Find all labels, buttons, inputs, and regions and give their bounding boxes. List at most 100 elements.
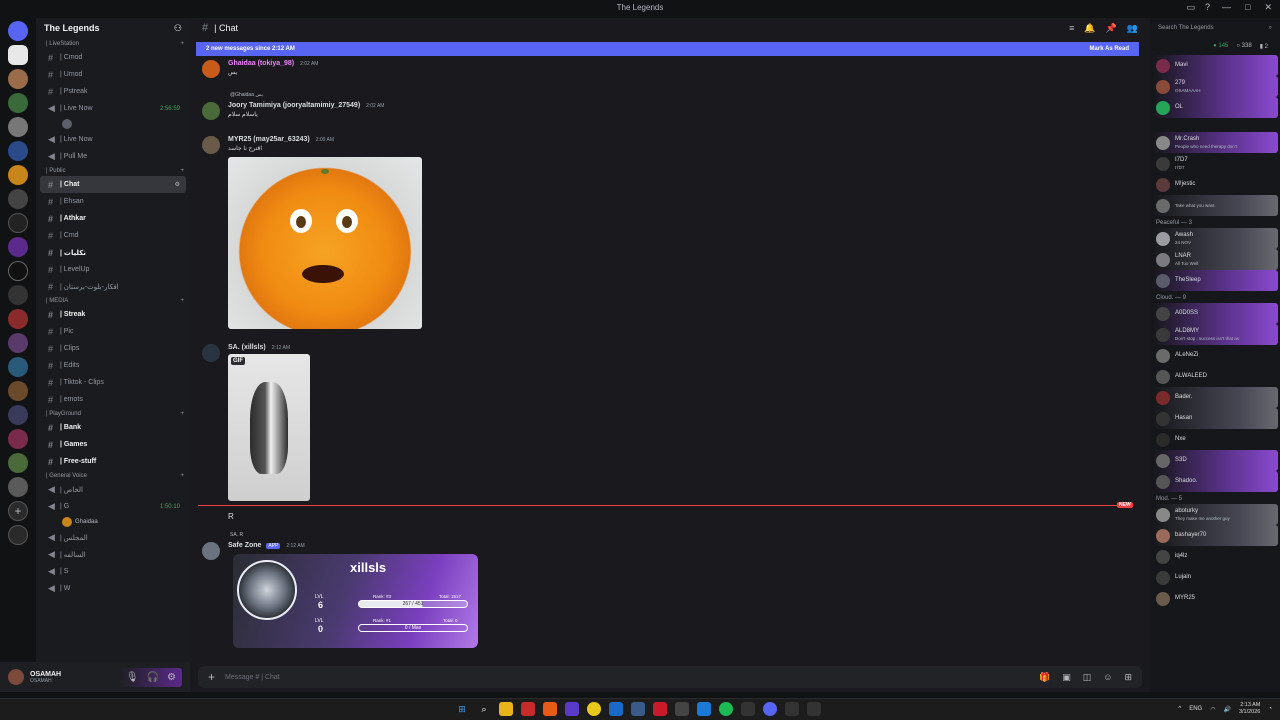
chevron-up-icon[interactable]: ^ xyxy=(1178,706,1181,712)
voice-channel-live-now-2[interactable]: ◀ | Live Now xyxy=(40,131,186,148)
explore-icon[interactable] xyxy=(8,525,28,545)
channel-klyat[interactable]: # | نكليات xyxy=(40,244,186,261)
close-button[interactable]: ✕ xyxy=(1264,2,1272,13)
server-icon[interactable] xyxy=(8,429,28,449)
member-row[interactable]: bashayer70 xyxy=(1152,525,1278,546)
member-row[interactable]: LNAR All Too Well xyxy=(1152,249,1278,270)
server-icon[interactable] xyxy=(8,405,28,425)
gift-icon[interactable]: 🎁 xyxy=(1039,672,1050,683)
gif-attachment[interactable]: GIF xyxy=(228,354,310,501)
channel-clips[interactable]: # | Clips xyxy=(40,340,186,357)
member-row[interactable]: TheSleep xyxy=(1152,270,1278,291)
member-row[interactable]: Awash 24 NOV xyxy=(1152,228,1278,249)
sticker-icon[interactable]: ◫ xyxy=(1083,672,1092,683)
search-input[interactable]: Search The Legends ⌕ xyxy=(1154,21,1276,35)
category-livestation[interactable]: | LiveStation + xyxy=(36,38,190,49)
member-row[interactable]: Hasan xyxy=(1152,408,1278,429)
gear-icon[interactable]: ⚙ xyxy=(167,672,176,683)
server-icon[interactable] xyxy=(8,189,28,209)
member-row[interactable]: ALeNeZi xyxy=(1152,345,1278,366)
category-playground[interactable]: | PlayGround + xyxy=(36,408,190,419)
minimize-button[interactable]: — xyxy=(1222,2,1231,13)
voice-channel-salfa[interactable]: ◀ | السالفه xyxy=(40,546,186,563)
channel-athkar[interactable]: # | Athkar xyxy=(40,210,186,227)
channel-ideas[interactable]: # | افكار-بلوت-برستان xyxy=(40,278,186,295)
channel-pstreak[interactable]: # | Pstreak xyxy=(40,83,186,100)
add-attachment-icon[interactable]: + xyxy=(208,670,215,684)
server-icon[interactable] xyxy=(8,141,28,161)
app-icon[interactable] xyxy=(807,702,821,716)
discord-icon[interactable] xyxy=(763,702,777,716)
app-icon[interactable] xyxy=(697,702,711,716)
pin-icon[interactable]: 📌 xyxy=(1106,23,1117,34)
message-author[interactable]: Joory Tamimiya (jooryaltamimiy_27549) xyxy=(228,102,360,109)
server-icon[interactable] xyxy=(8,333,28,353)
member-row[interactable]: ALD8MY Don't stop , success isn't that as xyxy=(1152,324,1278,345)
help-icon[interactable]: ? xyxy=(1205,2,1210,13)
channel-levelup[interactable]: # | LevelUp xyxy=(40,261,186,278)
channel-games[interactable]: # | Games xyxy=(40,436,186,453)
file-explorer-icon[interactable] xyxy=(499,702,513,716)
gif-icon[interactable]: ▣ xyxy=(1062,672,1071,683)
image-attachment[interactable] xyxy=(228,157,422,329)
server-icon[interactable] xyxy=(8,69,28,89)
member-row[interactable]: I7D7 I7D7 xyxy=(1152,153,1278,174)
apps-icon[interactable]: ⊞ xyxy=(1124,672,1132,683)
channel-bank[interactable]: # | Bank xyxy=(40,419,186,436)
server-icon[interactable] xyxy=(8,21,28,41)
reply-preview[interactable]: SA. R xyxy=(230,532,243,538)
app-icon[interactable] xyxy=(521,702,535,716)
app-icon[interactable] xyxy=(675,702,689,716)
add-member-icon[interactable]: ⚇ xyxy=(174,23,182,34)
notification-icon[interactable]: 🔔 xyxy=(1084,23,1095,34)
new-messages-banner[interactable]: 2 new messages since 2:12 AM Mark As Rea… xyxy=(196,42,1139,56)
chrome-icon[interactable] xyxy=(587,702,601,716)
channel-cmod[interactable]: # | Cmod xyxy=(40,49,186,66)
headphones-icon[interactable]: 🎧 xyxy=(147,672,159,683)
steam-icon[interactable] xyxy=(609,702,623,716)
message-author[interactable]: MYR25 (may25ar_63243) xyxy=(228,136,310,143)
message-author[interactable]: SA. (xillsls) xyxy=(228,344,266,351)
member-row[interactable]: Shadoo. xyxy=(1152,471,1278,492)
reply-preview[interactable]: @Ghaidaa يس xyxy=(230,92,263,98)
avatar[interactable] xyxy=(202,60,220,78)
member-row[interactable]: OL xyxy=(1152,97,1278,118)
message-input[interactable]: Message # | Chat xyxy=(225,674,280,681)
server-icon[interactable] xyxy=(8,357,28,377)
add-server-icon[interactable]: + xyxy=(8,501,28,521)
wifi-icon[interactable]: ◠ xyxy=(1210,706,1215,713)
member-row[interactable]: 279 OSAMAAAH xyxy=(1152,76,1278,97)
voice-channel-w[interactable]: ◀ | W xyxy=(40,580,186,597)
channel-umod[interactable]: # | Umod xyxy=(40,66,186,83)
member-row[interactable]: Bader. xyxy=(1152,387,1278,408)
channel-streak[interactable]: # | Streak xyxy=(40,306,186,323)
avatar[interactable] xyxy=(8,669,24,685)
app-icon[interactable] xyxy=(653,702,667,716)
app-icon[interactable] xyxy=(785,702,799,716)
server-icon[interactable] xyxy=(8,45,28,65)
emoji-icon[interactable]: ☺ xyxy=(1103,672,1112,683)
inbox-icon[interactable]: ▭ xyxy=(1186,2,1195,13)
voice-channel-majlis[interactable]: ◀ | المجلس xyxy=(40,529,186,546)
message-author[interactable]: Ghaidaa (tokiya_98) xyxy=(228,60,294,67)
voice-channel-live-now[interactable]: ◀ | Live Now 2:56:59 xyxy=(40,100,186,117)
threads-icon[interactable]: ≡ xyxy=(1069,23,1074,34)
brave-icon[interactable] xyxy=(543,702,557,716)
member-row[interactable]: S3D xyxy=(1152,450,1278,471)
server-icon[interactable] xyxy=(8,381,28,401)
member-row[interactable]: M!jestic xyxy=(1152,174,1278,195)
message-author[interactable]: Safe Zone xyxy=(228,542,261,549)
server-icon[interactable] xyxy=(8,309,28,329)
server-icon[interactable] xyxy=(8,477,28,497)
avatar[interactable] xyxy=(202,542,220,560)
voice-channel-s[interactable]: ◀ | S xyxy=(40,563,186,580)
server-icon[interactable] xyxy=(8,213,28,233)
member-row[interactable]: ALWALEED xyxy=(1152,366,1278,387)
category-media[interactable]: | MEDIA + xyxy=(36,295,190,306)
member-row[interactable]: MYR25 xyxy=(1152,588,1278,609)
server-icon[interactable] xyxy=(8,117,28,137)
channel-free-stuff[interactable]: # | Free-stuff xyxy=(40,453,186,470)
member-row[interactable]: Nxe xyxy=(1152,429,1278,450)
channel-cmd[interactable]: # | Cmd xyxy=(40,227,186,244)
app-icon[interactable] xyxy=(741,702,755,716)
